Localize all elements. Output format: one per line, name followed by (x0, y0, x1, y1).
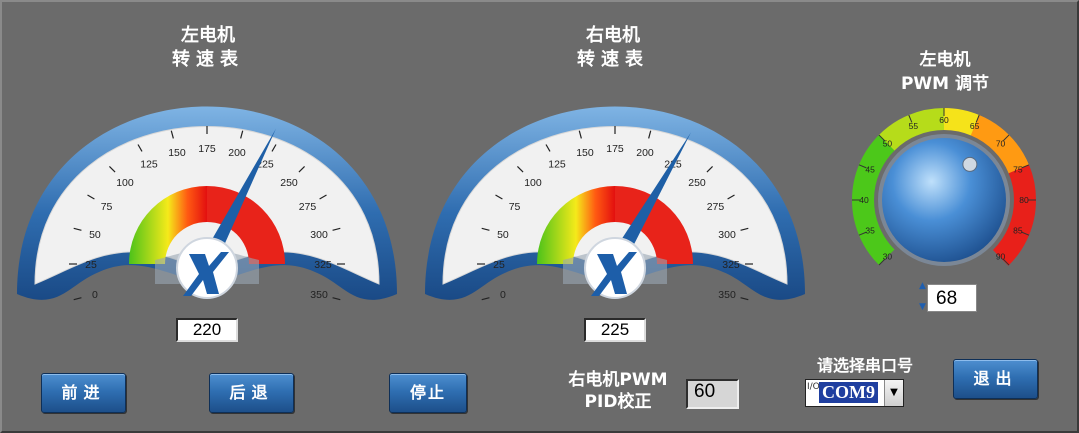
pid-value-input[interactable]: 60 (686, 379, 739, 409)
knob-tick-label: 70 (996, 138, 1006, 148)
gauge-tick-label: 150 (168, 147, 186, 159)
gauge-tick (73, 297, 82, 301)
gauge-tick-label: 325 (314, 259, 332, 271)
gauge-tick-label: 25 (493, 259, 505, 271)
gauge-tick-label: 50 (89, 229, 101, 241)
serial-port-value: COM9 (819, 382, 878, 403)
gauge-tick-label: 75 (509, 201, 521, 213)
pwm-knob[interactable]: 30 35 40 45 50 55 60 65 70 75 80 85 90 (836, 100, 1052, 280)
gauge-tick-label: 275 (299, 201, 317, 213)
gauge-tick-label: 300 (718, 229, 736, 241)
knob-tick-label: 85 (1013, 226, 1023, 236)
gauge-tick-label: 125 (548, 159, 566, 171)
io-prefix-icon: I/O (807, 382, 820, 392)
knob-tick-label: 45 (865, 164, 875, 174)
right-speed-readout: 225 (584, 318, 646, 342)
gauge-tick-label: 325 (722, 259, 740, 271)
knob-tick-label: 90 (996, 252, 1006, 262)
gauge-tick-label: 175 (198, 143, 216, 155)
gauge-tick-label: 75 (101, 201, 113, 213)
knob-tick-label: 80 (1019, 195, 1029, 205)
gauge-tick-label: 0 (500, 289, 506, 301)
right-gauge-title: 右电机 转速表 (577, 25, 649, 70)
gauge-tick-label: 150 (576, 147, 594, 159)
gauge-tick-label: 175 (606, 143, 624, 155)
gauge-tick (481, 297, 490, 301)
gauge-tick-label: 200 (636, 147, 654, 159)
pwm-knob-title: 左电机 PWM 调节 (900, 50, 990, 94)
forward-button[interactable]: 前进 (41, 373, 126, 413)
knob-tick-label: 40 (859, 195, 869, 205)
knob-tick-label: 60 (939, 115, 949, 125)
gauge-tick-label: 350 (718, 289, 736, 301)
gauge-tick-label: 300 (310, 229, 328, 241)
knob-tick-label: 35 (865, 226, 875, 236)
knob-indicator-dot (962, 156, 978, 172)
serial-port-label: 请选择串口号 (816, 356, 913, 375)
backward-button[interactable]: 后退 (209, 373, 294, 413)
gauge-tick-label: 275 (707, 201, 725, 213)
exit-button[interactable]: 退出 (953, 359, 1038, 399)
gauge-tick-label: 100 (524, 177, 542, 189)
stop-button[interactable]: 停止 (389, 373, 467, 413)
knob-tick-label: 75 (1013, 164, 1023, 174)
knob-body (882, 138, 1006, 262)
gauge-tick-label: 200 (228, 147, 246, 159)
gauge-tick-label: 50 (497, 229, 509, 241)
knob-tick-label: 30 (883, 252, 893, 262)
knob-tick-label: 50 (883, 138, 893, 148)
gauge-tick-label: 250 (280, 177, 298, 189)
gauge-tick (332, 297, 341, 301)
gauge-tick-label: 100 (116, 177, 134, 189)
knob-tick-label: 55 (909, 121, 919, 131)
knob-increment-arrow[interactable]: ▲ (919, 282, 926, 291)
left-speed-gauge: 0255075100125150 175 200225250275300325350 (17, 106, 397, 301)
right-speed-gauge: 0255075100125150175200225250275300325350 (425, 106, 805, 301)
serial-port-select[interactable]: I/O COM9 ▼ (805, 379, 904, 407)
knob-tick-label: 65 (970, 121, 980, 131)
gauge-tick-label: 0 (92, 289, 98, 301)
pwm-value-input[interactable]: 68 (927, 284, 977, 312)
gauge-tick (740, 297, 749, 301)
knob-decrement-arrow[interactable]: ▼ (919, 303, 926, 312)
gauge-tick-label: 125 (140, 159, 158, 171)
chevron-down-icon[interactable]: ▼ (884, 380, 903, 406)
pid-label: 右电机PWM PID校正 (568, 370, 668, 412)
gauge-tick-label: 25 (85, 259, 97, 271)
left-speed-readout: 220 (176, 318, 238, 342)
left-gauge-title: 左电机 转速表 (172, 25, 244, 70)
gauge-tick-label: 350 (310, 289, 328, 301)
gauge-tick-label: 250 (688, 177, 706, 189)
